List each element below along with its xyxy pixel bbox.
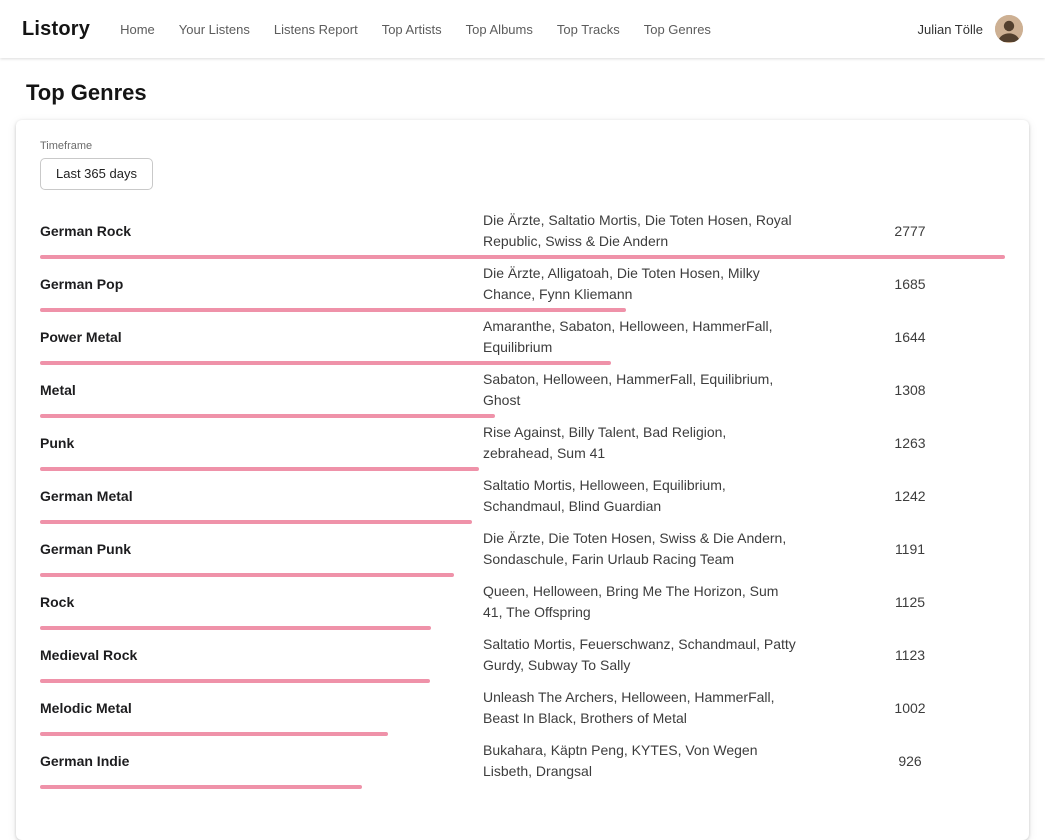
genre-row: German Pop Die Ärzte, Alligatoah, Die To… xyxy=(40,259,1005,312)
genre-artists: Queen, Helloween, Bring Me The Horizon, … xyxy=(483,581,815,623)
genre-count: 1685 xyxy=(815,276,1005,292)
genre-name: German Indie xyxy=(40,753,483,769)
genre-count: 1002 xyxy=(815,700,1005,716)
genre-name: German Metal xyxy=(40,488,483,504)
page-content: Top Genres Timeframe Last 365 days Germa… xyxy=(0,80,1045,840)
genre-row-content: Rock Queen, Helloween, Bring Me The Hori… xyxy=(40,577,1005,626)
genre-name: Melodic Metal xyxy=(40,700,483,716)
genre-artists: Saltatio Mortis, Feuerschwanz, Schandmau… xyxy=(483,634,815,676)
genre-name: Rock xyxy=(40,594,483,610)
genre-row-content: Punk Rise Against, Billy Talent, Bad Rel… xyxy=(40,418,1005,467)
main-nav: Home Your Listens Listens Report Top Art… xyxy=(120,22,711,37)
genre-row: German Punk Die Ärzte, Die Toten Hosen, … xyxy=(40,524,1005,577)
genre-row-content: Power Metal Amaranthe, Sabaton, Hellowee… xyxy=(40,312,1005,361)
nav-home[interactable]: Home xyxy=(120,22,155,37)
genre-artists: Sabaton, Helloween, HammerFall, Equilibr… xyxy=(483,369,815,411)
genre-row: German Metal Saltatio Mortis, Helloween,… xyxy=(40,471,1005,524)
genre-artists: Die Ärzte, Die Toten Hosen, Swiss & Die … xyxy=(483,528,815,570)
genre-count: 926 xyxy=(815,753,1005,769)
genre-name: German Rock xyxy=(40,223,483,239)
genre-row: Metal Sabaton, Helloween, HammerFall, Eq… xyxy=(40,365,1005,418)
genre-row-content: German Pop Die Ärzte, Alligatoah, Die To… xyxy=(40,259,1005,308)
nav-top-artists[interactable]: Top Artists xyxy=(382,22,442,37)
genre-row: Punk Rise Against, Billy Talent, Bad Rel… xyxy=(40,418,1005,471)
genre-name: Power Metal xyxy=(40,329,483,345)
genre-row-content: Melodic Metal Unleash The Archers, Hello… xyxy=(40,683,1005,732)
genre-count: 1263 xyxy=(815,435,1005,451)
genre-artists: Amaranthe, Sabaton, Helloween, HammerFal… xyxy=(483,316,815,358)
genre-row-content: German Punk Die Ärzte, Die Toten Hosen, … xyxy=(40,524,1005,573)
top-genres-card: Timeframe Last 365 days German Rock Die … xyxy=(16,120,1029,840)
genre-artists: Die Ärzte, Saltatio Mortis, Die Toten Ho… xyxy=(483,210,815,252)
nav-your-listens[interactable]: Your Listens xyxy=(179,22,250,37)
nav-top-albums[interactable]: Top Albums xyxy=(466,22,533,37)
genre-row-content: German Metal Saltatio Mortis, Helloween,… xyxy=(40,471,1005,520)
genre-count: 1123 xyxy=(815,647,1005,663)
person-icon xyxy=(995,15,1023,43)
genre-count: 2777 xyxy=(815,223,1005,239)
genre-artists: Die Ärzte, Alligatoah, Die Toten Hosen, … xyxy=(483,263,815,305)
genre-name: German Pop xyxy=(40,276,483,292)
genre-table: German Rock Die Ärzte, Saltatio Mortis, … xyxy=(40,206,1005,789)
timeframe-label: Timeframe xyxy=(40,140,1005,152)
user-name: Julian Tölle xyxy=(917,22,983,37)
genre-bar xyxy=(40,785,362,789)
genre-row-content: Metal Sabaton, Helloween, HammerFall, Eq… xyxy=(40,365,1005,414)
genre-count: 1644 xyxy=(815,329,1005,345)
genre-row: Rock Queen, Helloween, Bring Me The Hori… xyxy=(40,577,1005,630)
genre-row-content: German Rock Die Ärzte, Saltatio Mortis, … xyxy=(40,206,1005,255)
avatar[interactable] xyxy=(995,15,1023,43)
genre-artists: Rise Against, Billy Talent, Bad Religion… xyxy=(483,422,815,464)
genre-name: German Punk xyxy=(40,541,483,557)
genre-artists: Saltatio Mortis, Helloween, Equilibrium,… xyxy=(483,475,815,517)
genre-count: 1242 xyxy=(815,488,1005,504)
page-title: Top Genres xyxy=(26,80,1019,106)
genre-row: Melodic Metal Unleash The Archers, Hello… xyxy=(40,683,1005,736)
genre-row: Medieval Rock Saltatio Mortis, Feuerschw… xyxy=(40,630,1005,683)
genre-row-content: Medieval Rock Saltatio Mortis, Feuerschw… xyxy=(40,630,1005,679)
user-menu[interactable]: Julian Tölle xyxy=(917,15,1023,43)
genre-name: Punk xyxy=(40,435,483,451)
genre-name: Medieval Rock xyxy=(40,647,483,663)
genre-row: German Rock Die Ärzte, Saltatio Mortis, … xyxy=(40,206,1005,259)
timeframe-select[interactable]: Last 365 days xyxy=(40,158,153,190)
genre-count: 1125 xyxy=(815,594,1005,610)
genre-bar-track xyxy=(40,785,1005,789)
genre-row: German Indie Bukahara, Käptn Peng, KYTES… xyxy=(40,736,1005,789)
timeframe-filter: Timeframe Last 365 days xyxy=(40,140,1005,190)
nav-listens-report[interactable]: Listens Report xyxy=(274,22,358,37)
genre-row-content: German Indie Bukahara, Käptn Peng, KYTES… xyxy=(40,736,1005,785)
app-logo[interactable]: Listory xyxy=(22,18,90,41)
genre-row: Power Metal Amaranthe, Sabaton, Hellowee… xyxy=(40,312,1005,365)
genre-count: 1191 xyxy=(815,541,1005,557)
app-bar: Listory Home Your Listens Listens Report… xyxy=(0,0,1045,58)
genre-name: Metal xyxy=(40,382,483,398)
genre-count: 1308 xyxy=(815,382,1005,398)
genre-artists: Bukahara, Käptn Peng, KYTES, Von Wegen L… xyxy=(483,740,815,782)
nav-top-tracks[interactable]: Top Tracks xyxy=(557,22,620,37)
nav-top-genres[interactable]: Top Genres xyxy=(644,22,711,37)
genre-artists: Unleash The Archers, Helloween, HammerFa… xyxy=(483,687,815,729)
